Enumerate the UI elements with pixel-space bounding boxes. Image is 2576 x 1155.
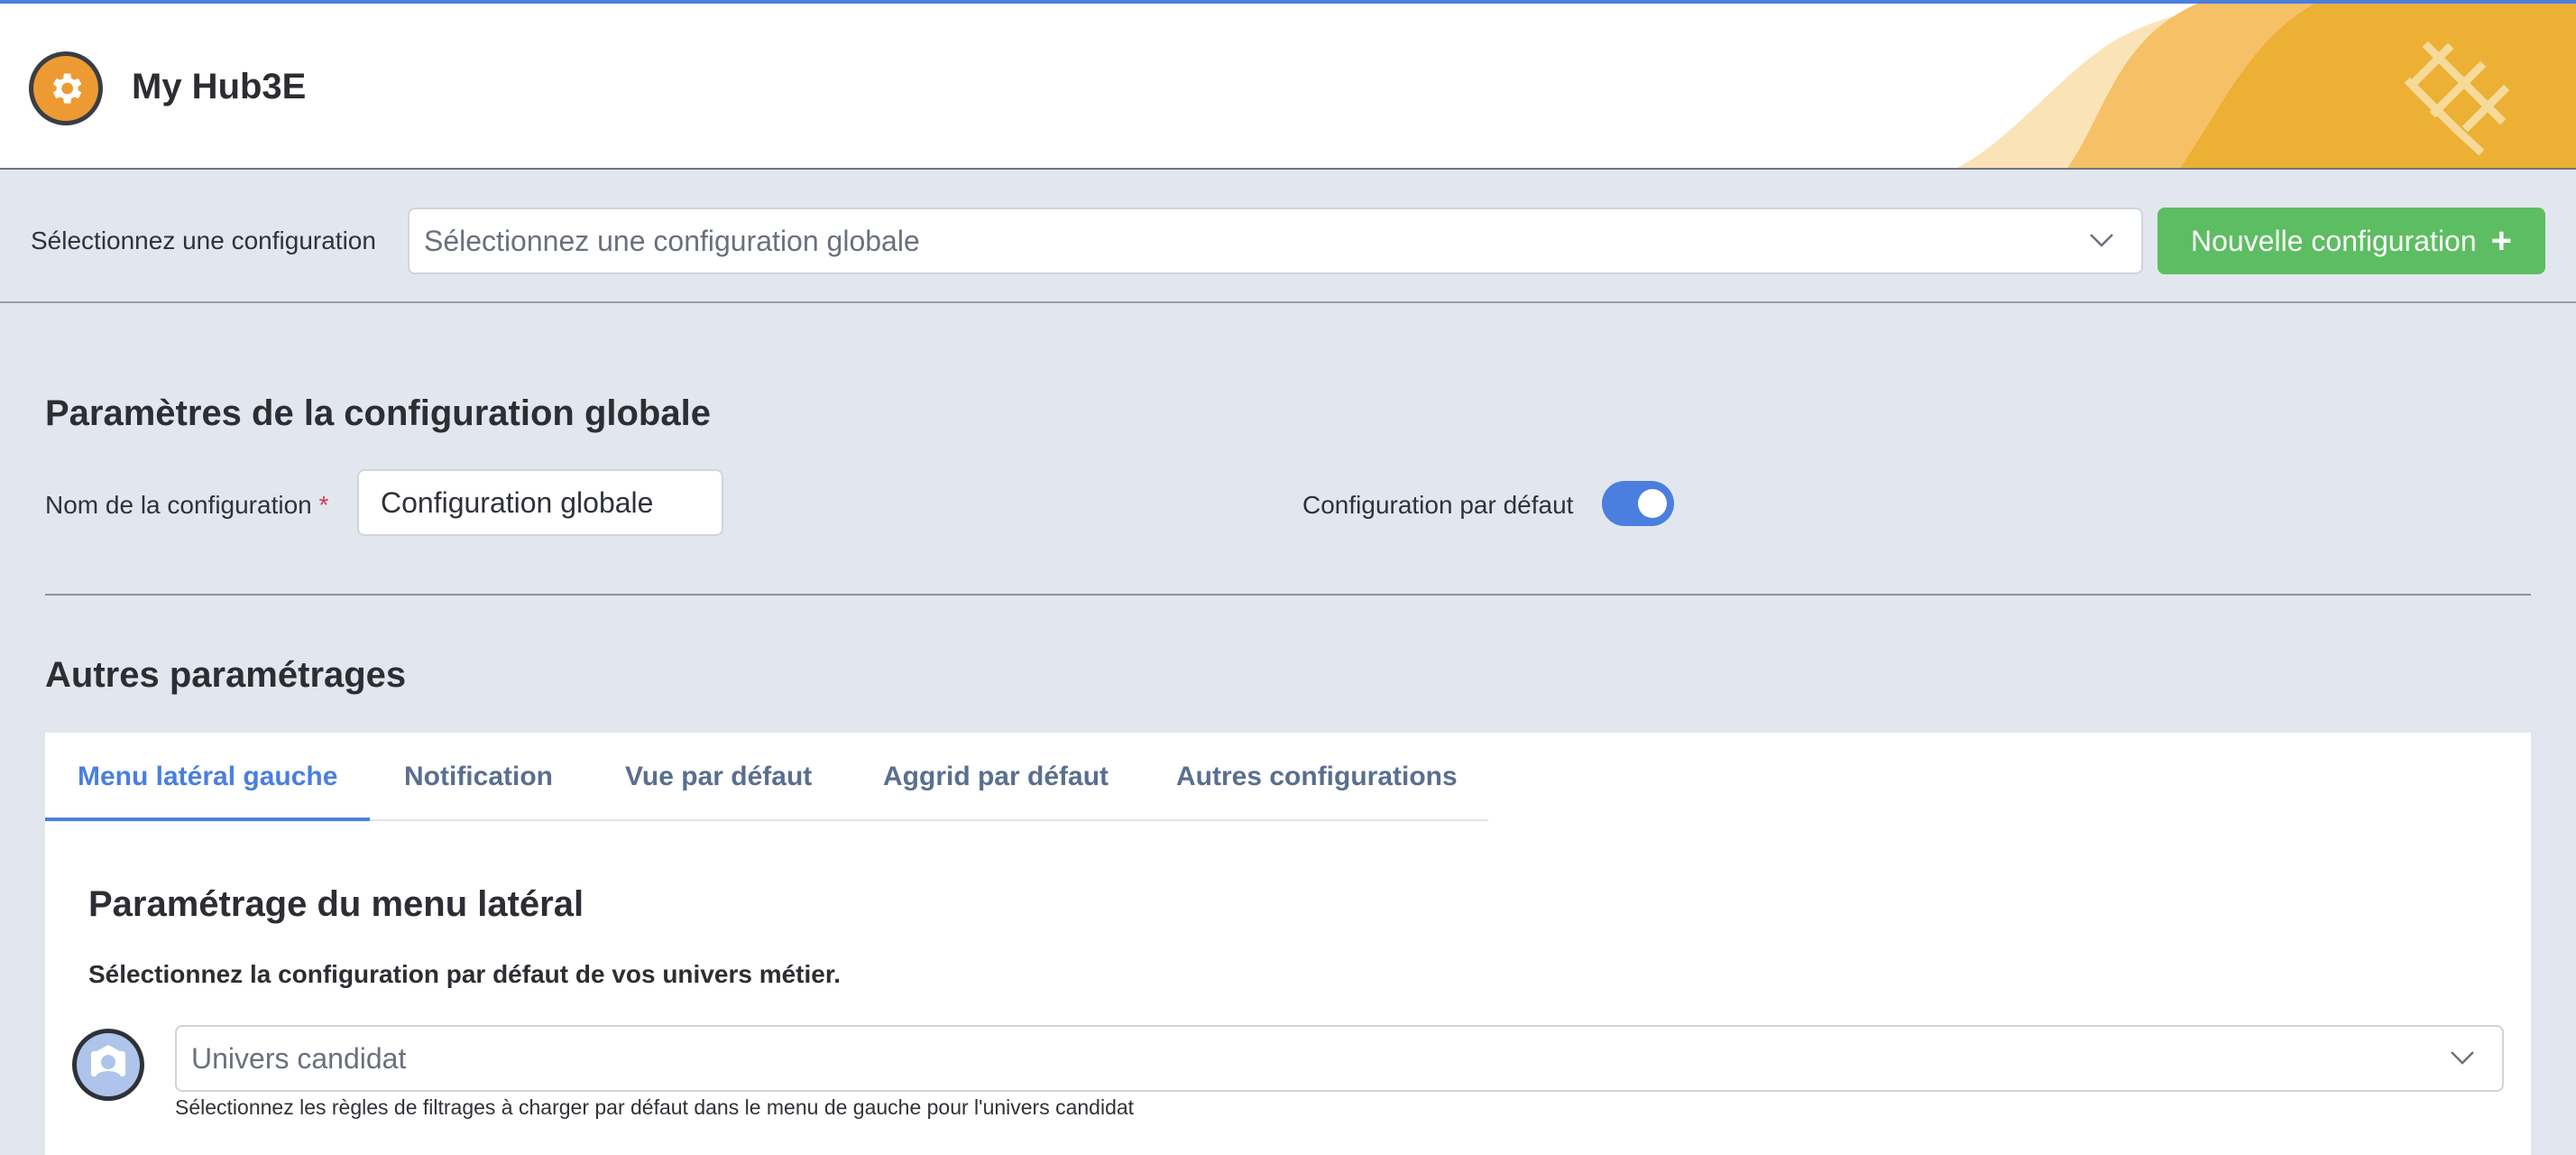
active-tab-indicator [45, 818, 370, 821]
tab-notification[interactable]: Notification [404, 762, 553, 792]
global-config-select[interactable]: Sélectionnez une configuration globale [408, 208, 2143, 274]
config-name-label: Nom de la configuration * [45, 491, 329, 519]
default-config-toggle[interactable] [1602, 481, 1674, 526]
univers-candidat-placeholder: Univers candidat [191, 1041, 407, 1075]
chevron-down-icon [2090, 234, 2113, 247]
settings-tabs: Menu latéral gauche Notification Vue par… [45, 733, 1488, 821]
tab-aggrid-par-defaut[interactable]: Aggrid par défaut [883, 762, 1109, 792]
toggle-knob [1638, 489, 1667, 518]
app-title: My Hub3E [132, 67, 307, 106]
candidate-avatar-icon [91, 1045, 125, 1076]
chevron-down-icon [2451, 1051, 2474, 1065]
tab-vue-par-defaut[interactable]: Vue par défaut [625, 762, 812, 792]
app-header: My Hub3E [0, 4, 2576, 170]
section-divider [45, 594, 2531, 596]
settings-panel: Menu latéral gauche Notification Vue par… [45, 733, 2531, 1155]
avatar [72, 1029, 144, 1101]
new-configuration-button[interactable]: Nouvelle configuration + [2157, 208, 2545, 274]
menu-settings-description: Sélectionnez la configuration par défaut… [88, 960, 841, 988]
new-configuration-label: Nouvelle configuration [2191, 224, 2477, 257]
brand-mark-icon [2404, 41, 2510, 156]
tab-menu-lateral-gauche[interactable]: Menu latéral gauche [78, 762, 337, 792]
params-title: Paramètres de la configuration globale [45, 393, 711, 433]
required-marker: * [318, 491, 329, 519]
config-name-input[interactable] [357, 469, 723, 536]
univers-candidat-select[interactable]: Univers candidat [175, 1025, 2504, 1092]
other-settings-title: Autres paramétrages [45, 655, 407, 695]
tab-autres-configurations[interactable]: Autres configurations [1176, 762, 1458, 792]
gear-icon [52, 73, 82, 104]
plus-icon: + [2490, 221, 2512, 261]
menu-settings-title: Paramétrage du menu latéral [88, 884, 584, 924]
app-logo[interactable] [29, 51, 103, 125]
config-select-label: Sélectionnez une configuration [31, 226, 376, 254]
global-config-select-placeholder: Sélectionnez une configuration globale [424, 224, 920, 257]
univers-helper-text: Sélectionnez les règles de filtrages à c… [175, 1095, 1135, 1119]
default-config-label: Configuration par défaut [1302, 491, 1574, 519]
